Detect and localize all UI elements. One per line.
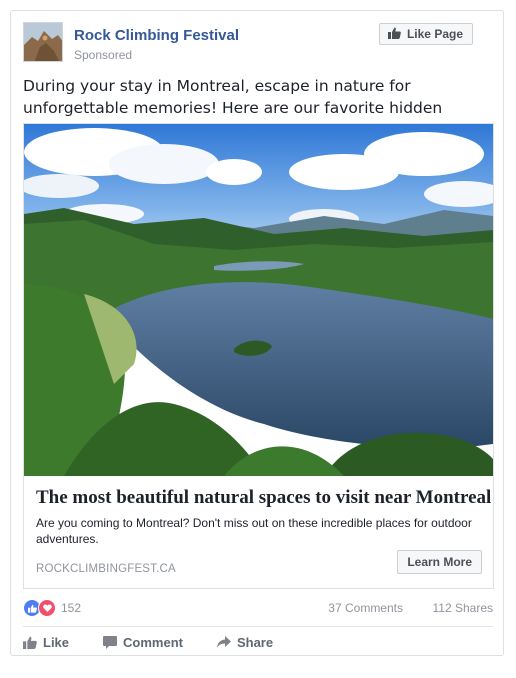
- like-page-button[interactable]: Like Page: [378, 23, 473, 45]
- post-actions: Like Comment Share: [23, 631, 493, 653]
- thumbs-up-icon: [387, 27, 401, 42]
- share-label: Share: [236, 634, 274, 650]
- like-button[interactable]: Like: [23, 631, 69, 653]
- reactions-summary[interactable]: 152: [23, 599, 81, 617]
- link-description: Are you coming to Montreal? Don't miss o…: [36, 516, 472, 546]
- reaction-count: 152: [61, 601, 82, 615]
- shares-count-link[interactable]: 112 Shares: [433, 601, 494, 615]
- learn-more-button[interactable]: Learn More: [397, 550, 482, 574]
- comment-label: Comment: [123, 634, 183, 650]
- sponsored-post-card: Rock Climbing Festival Sponsored Like Pa…: [10, 10, 504, 656]
- share-icon: [216, 636, 231, 648]
- divider: [23, 626, 493, 627]
- engagement-bar: 152 37 Comments 112 Shares: [23, 599, 493, 617]
- link-headline[interactable]: The most beautiful natural spaces to vis…: [36, 487, 491, 509]
- sponsored-label[interactable]: Sponsored: [74, 48, 132, 62]
- comment-icon: [103, 635, 118, 649]
- heart-icon: [38, 599, 56, 617]
- thumbs-up-icon: [23, 636, 37, 649]
- link-attachment[interactable]: The most beautiful natural spaces to vis…: [23, 123, 494, 589]
- link-domain: ROCKCLIMBINGFEST.CA: [36, 563, 176, 575]
- comment-button[interactable]: Comment: [103, 631, 183, 653]
- share-button[interactable]: Share: [216, 631, 274, 653]
- page-avatar[interactable]: [23, 22, 63, 62]
- link-image[interactable]: [24, 124, 493, 476]
- like-page-label: Like Page: [406, 27, 463, 41]
- like-label: Like: [43, 634, 70, 650]
- comments-count-link[interactable]: 37 Comments: [328, 601, 403, 615]
- page-name-link[interactable]: Rock Climbing Festival: [74, 27, 239, 44]
